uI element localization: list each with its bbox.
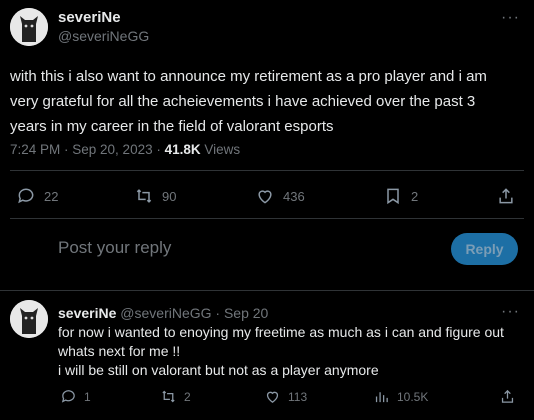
reply-retweet-count: 2 (184, 389, 191, 404)
reply-icon (18, 188, 34, 204)
retweet-action[interactable]: 90 (134, 186, 176, 206)
reply-retweet-action[interactable]: 2 (160, 388, 191, 405)
more-dots-icon[interactable]: ··· (501, 9, 520, 27)
reply-handle-date[interactable]: @severiNeGG · Sep 20 (120, 305, 268, 321)
reply-button[interactable]: Reply (451, 233, 518, 265)
cat-silhouette-icon (10, 300, 48, 338)
reply-reply-action[interactable]: 1 (60, 388, 91, 405)
retweet-icon (162, 390, 175, 403)
cat-silhouette-icon (10, 8, 48, 46)
heart-icon (266, 391, 279, 403)
reply-text-line2: i will be still on valorant but not as a… (58, 362, 379, 378)
bookmark-action[interactable]: 2 (383, 186, 418, 206)
reply-author-avatar[interactable] (10, 300, 48, 338)
bookmark-count: 2 (411, 188, 419, 204)
tweet-meta: 7:24 PM · Sep 20, 2023 · 41.8K Views (10, 142, 240, 157)
reply-reply-count: 1 (84, 389, 91, 404)
share-action[interactable] (496, 186, 516, 206)
retweet-icon (136, 189, 152, 203)
reply-like-count: 113 (288, 389, 308, 404)
author-avatar[interactable] (10, 8, 48, 46)
reply-share-action[interactable] (499, 388, 516, 405)
heart-icon (258, 190, 272, 204)
reply-count: 22 (44, 188, 59, 204)
bookmark-icon (387, 188, 399, 205)
divider-composer (0, 290, 534, 291)
reply-icon (61, 390, 75, 403)
reply-action[interactable]: 22 (16, 186, 58, 206)
reply-author-name[interactable]: severiNe (58, 305, 116, 321)
like-action[interactable]: 436 (255, 186, 305, 206)
author-handle[interactable]: @severiNeGG (58, 28, 149, 44)
reply-views-action[interactable]: 10.5K (373, 388, 428, 405)
reply-input[interactable]: Post your reply (58, 238, 171, 258)
reply-text-line1: for now i wanted to enoying my freetime … (58, 324, 504, 359)
reply-like-action[interactable]: 113 (264, 388, 307, 405)
tweet-timestamp[interactable]: 7:24 PM · Sep 20, 2023 · (10, 142, 165, 157)
reply-views-count: 10.5K (397, 389, 429, 404)
reply-more-dots-icon[interactable]: ··· (501, 303, 520, 321)
reply-header: severiNe @severiNeGG · Sep 20 (58, 305, 268, 321)
tweet-text: with this i also want to announce my ret… (10, 68, 487, 135)
bar-chart-icon (375, 392, 388, 403)
divider-top (10, 170, 524, 171)
share-icon (499, 188, 513, 204)
views-count: 41.8K (164, 142, 201, 157)
retweet-count: 90 (162, 188, 177, 204)
like-count: 436 (283, 188, 305, 204)
share-icon (501, 389, 514, 403)
reply-text: for now i wanted to enoying my freetime … (58, 323, 518, 380)
author-name[interactable]: severiNe (58, 9, 121, 26)
divider-actions (10, 218, 524, 219)
views-label: Views (200, 142, 241, 157)
